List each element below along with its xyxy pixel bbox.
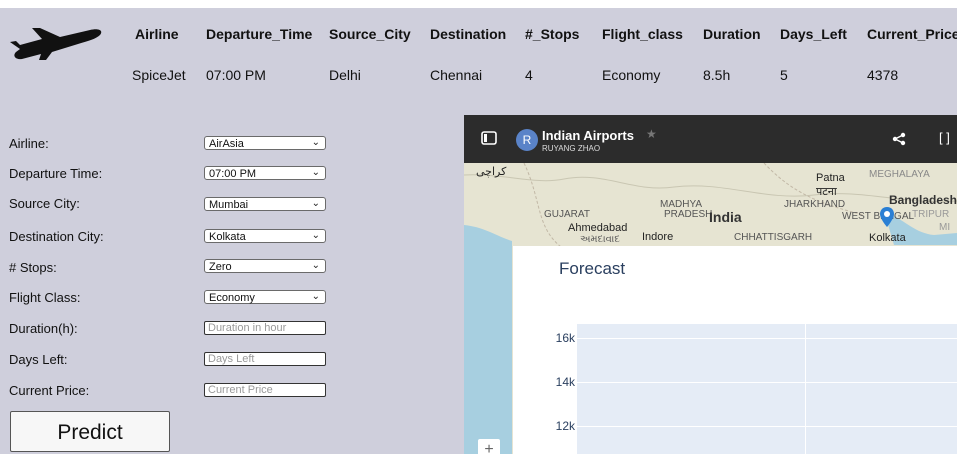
- y-tick-label: 14k: [555, 375, 575, 389]
- map-label-indore: Indore: [642, 231, 674, 243]
- star-icon[interactable]: ★: [646, 127, 657, 141]
- chevron-down-icon: ⌄: [311, 167, 320, 178]
- stops-select-value: Zero: [209, 261, 232, 273]
- map-label-patna-hi: पटना: [816, 186, 837, 198]
- map-label-mi: MI: [939, 222, 951, 233]
- flight-class-label: Flight Class:: [9, 290, 81, 305]
- destination-city-label: Destination City:: [9, 229, 104, 244]
- value-flight-class: Economy: [602, 67, 661, 83]
- days-left-input[interactable]: Days Left: [204, 352, 326, 366]
- forecast-panel: Forecast 16k 14k 12k: [513, 246, 957, 454]
- y-tick-label: 12k: [555, 419, 575, 433]
- source-city-label: Source City:: [9, 196, 80, 211]
- header-duration: Duration: [703, 26, 761, 42]
- destination-city-select-value: Kolkata: [209, 231, 246, 243]
- current-price-input[interactable]: Current Price: [204, 383, 326, 397]
- gridline: [577, 382, 957, 383]
- duration-input[interactable]: Duration in hour: [204, 321, 326, 335]
- duration-label: Duration(h):: [9, 321, 78, 336]
- header-days-left: Days_Left: [780, 26, 847, 42]
- header-current-price: Current_Price: [867, 26, 957, 42]
- airline-select[interactable]: AirAsia ⌄: [204, 136, 326, 150]
- fullscreen-icon[interactable]: [ ]: [939, 130, 950, 145]
- map-label-jharkhand: JHARKHAND: [784, 199, 846, 210]
- flight-class-select[interactable]: Economy ⌄: [204, 290, 326, 304]
- map-label-kolkata: Kolkata: [869, 232, 906, 244]
- value-duration: 8.5h: [703, 67, 731, 83]
- value-current-price: 4378: [867, 67, 899, 83]
- y-tick-label: 16k: [555, 331, 575, 345]
- value-stops: 4: [525, 67, 533, 83]
- source-city-select[interactable]: Mumbai ⌄: [204, 197, 326, 211]
- airplane-icon: [10, 28, 102, 60]
- chevron-down-icon: ⌄: [311, 198, 320, 209]
- source-city-select-value: Mumbai: [209, 199, 249, 211]
- airline-select-value: AirAsia: [209, 138, 244, 150]
- airline-label: Airline:: [9, 136, 49, 151]
- value-days-left: 5: [780, 67, 788, 83]
- flight-class-select-value: Economy: [209, 292, 255, 304]
- destination-city-select[interactable]: Kolkata ⌄: [204, 229, 326, 243]
- days-left-label: Days Left:: [9, 352, 68, 367]
- map-label-ahmedabad-gu: અમદાવાદ: [580, 234, 620, 245]
- value-departure-time: 07:00 PM: [206, 67, 266, 83]
- map-label-karachi: کراچی: [476, 166, 507, 178]
- departure-time-select-value: 07:00 PM: [209, 168, 257, 180]
- current-price-label: Current Price:: [9, 383, 90, 398]
- gridline: [577, 426, 957, 427]
- map-label-patna: Patna: [816, 172, 845, 184]
- zoom-in-icon[interactable]: +: [478, 439, 500, 454]
- chevron-down-icon: ⌄: [311, 260, 320, 271]
- header-airline: Airline: [135, 26, 179, 42]
- map-label-pradesh: PRADESH: [664, 209, 713, 220]
- header-flight-class: Flight_class: [602, 26, 683, 42]
- header-source-city: Source_City: [329, 26, 411, 42]
- value-destination: Chennai: [430, 67, 483, 83]
- departure-time-select[interactable]: 07:00 PM ⌄: [204, 166, 326, 180]
- map-label-westbengal: WEST BENGAL: [842, 211, 915, 222]
- map-title: Indian Airports: [542, 128, 634, 143]
- map-owner: RUYANG ZHAO: [542, 144, 601, 153]
- map-label-tripura: TRIPUR: [912, 209, 950, 220]
- map-label-bangladesh: Bangladesh: [889, 193, 957, 207]
- avatar: R: [516, 129, 538, 151]
- map-label-india: India: [709, 209, 742, 225]
- stops-label: # Stops:: [9, 260, 57, 275]
- stops-select[interactable]: Zero ⌄: [204, 259, 326, 273]
- map-label-gujarat: GUJARAT: [544, 209, 590, 220]
- map-pin-icon[interactable]: [880, 207, 894, 227]
- map-label-ahmedabad: Ahmedabad: [568, 222, 628, 234]
- predict-button[interactable]: Predict: [10, 411, 170, 452]
- gridline: [577, 338, 957, 339]
- value-source-city: Delhi: [329, 67, 361, 83]
- header-destination: Destination: [430, 26, 507, 42]
- map-label-chhattisgarh: CHHATTISGARH: [734, 232, 813, 243]
- chevron-down-icon: ⌄: [311, 230, 320, 241]
- share-icon[interactable]: [892, 132, 906, 146]
- forecast-title: Forecast: [559, 259, 626, 278]
- value-airline: SpiceJet: [132, 67, 186, 83]
- departure-time-label: Departure Time:: [9, 166, 103, 181]
- chevron-down-icon: ⌄: [311, 291, 320, 302]
- chevron-down-icon: ⌄: [311, 137, 320, 148]
- map-label-meghalaya: MEGHALAYA: [869, 169, 930, 180]
- header-departure-time: Departure_Time: [206, 26, 313, 42]
- sidebar-toggle-icon[interactable]: [481, 131, 497, 145]
- gridline: [805, 324, 806, 454]
- header-stops: #_Stops: [525, 26, 580, 42]
- forecast-plot-area: [577, 324, 957, 454]
